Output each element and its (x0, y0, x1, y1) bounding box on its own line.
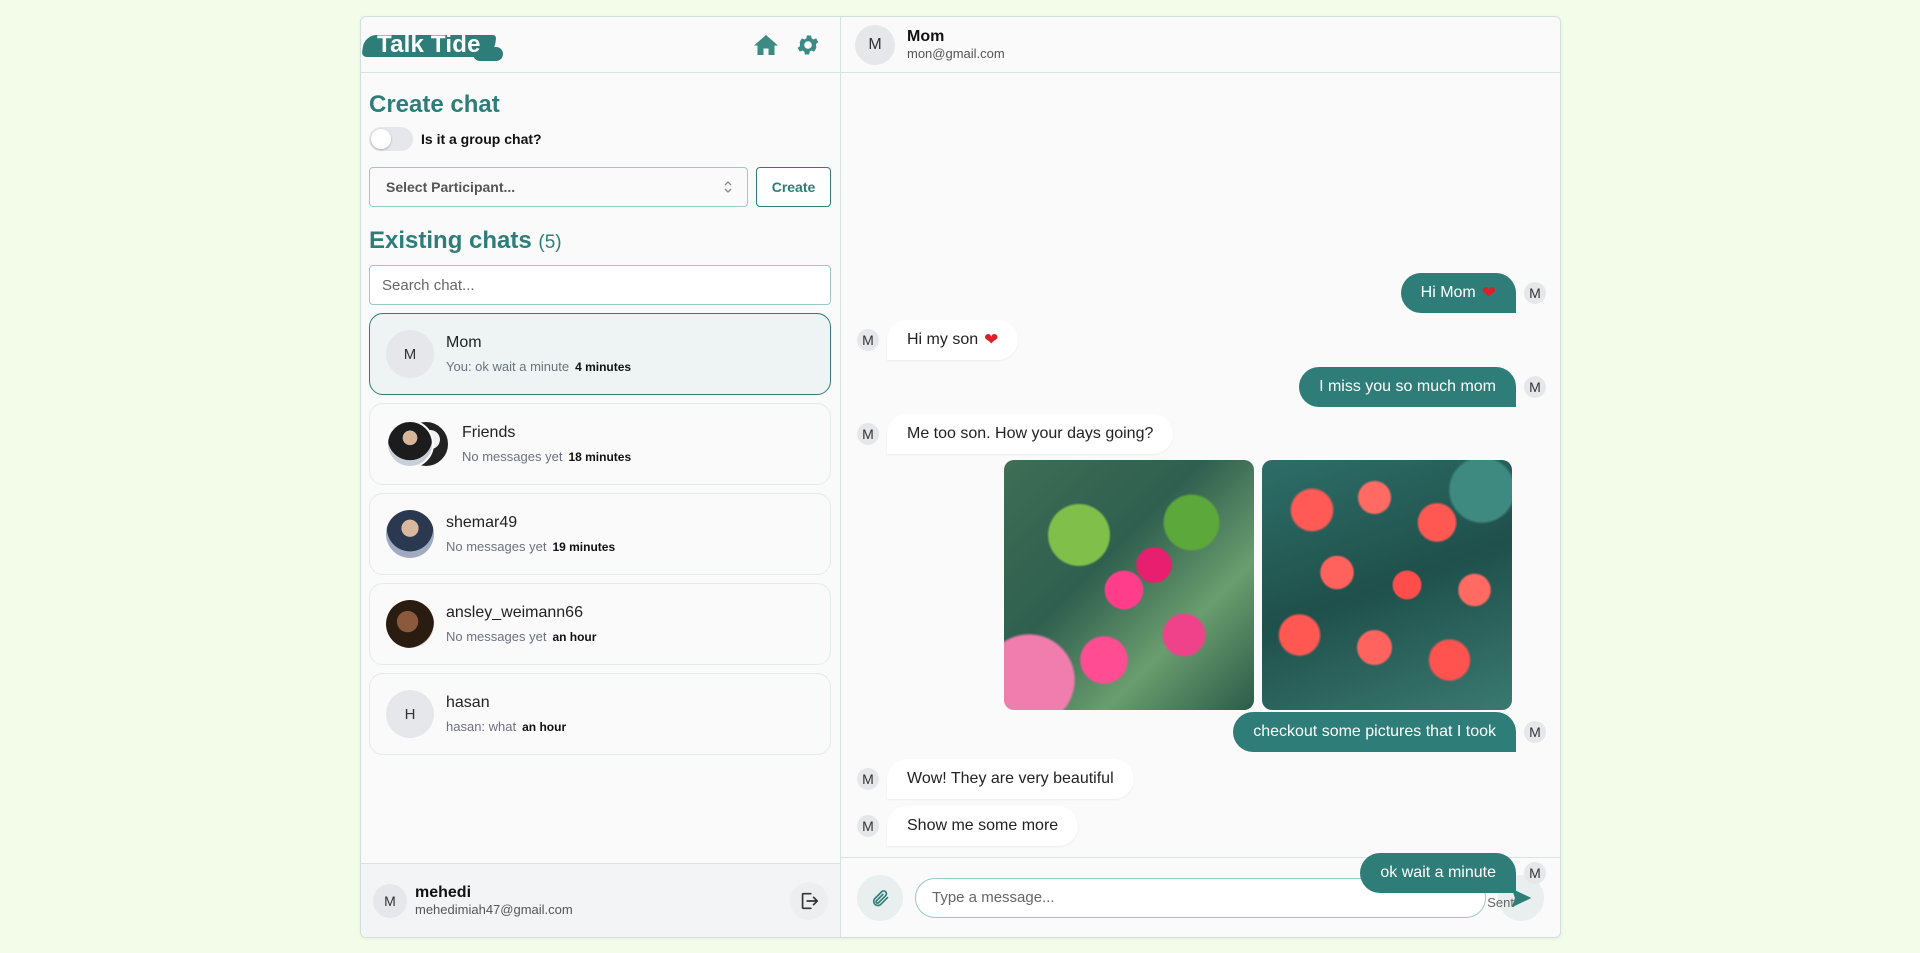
message-input-placeholder: Type a message... (932, 889, 1055, 906)
chat-item-friends[interactable]: Friends No messages yet 18 minutes (369, 403, 831, 485)
chat-name: ansley_weimann66 (446, 604, 583, 621)
create-chat-title: Create chat (369, 91, 500, 118)
sidebar-header: Talk Tide (361, 17, 840, 73)
chat-preview: No messages yet (446, 629, 547, 644)
sidebar-body: Create chat Is it a group chat? Select P… (361, 73, 840, 863)
message-row: M Show me some more (857, 806, 1079, 846)
message-bubble[interactable]: Hi Mom ❤ (1400, 273, 1516, 313)
participant-select[interactable]: Select Participant... (369, 167, 748, 207)
sent-status: Sent (1487, 895, 1514, 910)
message-avatar: M (857, 423, 879, 445)
chat-list: M Mom You: ok wait a minute 4 minutes Fri… (369, 313, 832, 755)
logout-icon (801, 892, 819, 909)
contact-avatar: M (855, 24, 895, 65)
chat-item-ansley-weimann66[interactable]: ansley_weimann66 No messages yet an hour (369, 583, 831, 665)
group-chat-toggle[interactable] (369, 127, 413, 151)
message-avatar: M (857, 815, 879, 837)
existing-chats-title: Existing chats (5) (369, 227, 832, 255)
message-avatar: M (1524, 862, 1546, 884)
participant-select-placeholder: Select Participant... (386, 179, 516, 195)
app-logo[interactable]: Talk Tide (363, 29, 503, 61)
message-avatar: M (1524, 376, 1546, 398)
chat-item-hasan[interactable]: H hasan hasan: what an hour (369, 673, 831, 755)
chat-item-shemar49[interactable]: shemar49 No messages yet 19 minutes (369, 493, 831, 575)
message-row: checkout some pictures that I took M (1233, 712, 1546, 752)
chat-name: hasan (446, 694, 490, 711)
message-bubble[interactable]: I miss you so much mom (1299, 367, 1516, 407)
logout-button[interactable] (790, 881, 828, 920)
gear-icon (797, 34, 819, 55)
message-bubble[interactable]: Wow! They are very beautiful (887, 759, 1134, 799)
sidebar: Talk Tide Create chat Is it a group chat… (361, 17, 841, 937)
avatar (386, 420, 434, 468)
avatar: H (386, 690, 434, 738)
chat-time: 19 minutes (552, 540, 616, 554)
user-email: mehedimiah47@gmail.com (415, 902, 573, 917)
avatar (386, 600, 434, 648)
chat-time: an hour (522, 720, 567, 734)
chat-preview: hasan: what (446, 719, 517, 734)
message-bubble[interactable]: ok wait a minute (1360, 853, 1516, 893)
chat-panel: M Mom mon@gmail.com Hi Mom ❤ M M Hi my so… (841, 17, 1560, 937)
message-row: I miss you so much mom M (1299, 367, 1546, 407)
chat-time: 4 minutes (575, 360, 632, 374)
message-row: ok wait a minute M (1360, 853, 1546, 893)
message-avatar: M (857, 329, 879, 351)
message-avatar: M (857, 768, 879, 790)
paperclip-icon (872, 889, 889, 906)
chat-name: Friends (462, 424, 516, 441)
chevron-updown-icon (724, 181, 732, 193)
message-row: M Hi my son ❤ (857, 320, 1019, 360)
message-row: Hi Mom ❤ M (1400, 273, 1546, 313)
photo-red-flowers[interactable] (1262, 460, 1512, 710)
message-bubble[interactable]: Show me some more (887, 806, 1079, 846)
heart-icon: ❤ (984, 330, 999, 349)
chat-time: 18 minutes (568, 450, 632, 464)
chat-name: Mom (446, 334, 482, 351)
chat-preview: No messages yet (462, 449, 563, 464)
contact-name: Mom (907, 28, 945, 45)
message-avatar: M (1524, 721, 1546, 743)
attach-button[interactable] (857, 874, 903, 921)
group-chat-toggle-label: Is it a group chat? (421, 131, 542, 147)
chat-header: M Mom mon@gmail.com (841, 17, 1560, 73)
existing-chats-title-text: Existing chats (369, 227, 532, 254)
contact-email: mon@gmail.com (907, 46, 1005, 61)
existing-chats-count: (5) (538, 232, 562, 253)
user-avatar: M (373, 883, 407, 918)
home-button[interactable] (752, 31, 780, 59)
chat-time: an hour (552, 630, 597, 644)
user-footer: M mehedi mehedimiah47@gmail.com (361, 863, 840, 937)
chat-preview: No messages yet (446, 539, 547, 554)
home-icon (754, 34, 778, 55)
user-name: mehedi (415, 884, 472, 901)
avatar: M (386, 330, 434, 378)
search-chat-placeholder: Search chat... (382, 276, 475, 294)
chat-preview: You: ok wait a minute (446, 359, 570, 374)
photo-pink-blossom[interactable] (1004, 460, 1254, 710)
settings-button[interactable] (794, 31, 822, 59)
avatar (386, 510, 434, 558)
message-bubble[interactable]: Me too son. How your days going? (887, 414, 1174, 454)
heart-icon: ❤ (1481, 283, 1496, 302)
create-chat-button[interactable]: Create (756, 167, 831, 207)
chat-item-mom[interactable]: M Mom You: ok wait a minute 4 minutes (369, 313, 831, 395)
message-avatar: M (1524, 282, 1546, 304)
message-list: Hi Mom ❤ M M Hi my son ❤ I miss you so muc… (841, 73, 1560, 910)
message-row: M Wow! They are very beautiful (857, 759, 1134, 799)
group-avatar (386, 420, 450, 468)
message-bubble[interactable]: Hi my son ❤ (887, 320, 1019, 360)
chat-name: shemar49 (446, 514, 518, 531)
app-window: Talk Tide Create chat Is it a group chat… (360, 16, 1561, 938)
message-bubble[interactable]: checkout some pictures that I took (1233, 712, 1516, 752)
search-chat-input[interactable]: Search chat... (369, 265, 831, 305)
message-row: M Me too son. How your days going? (857, 414, 1174, 454)
